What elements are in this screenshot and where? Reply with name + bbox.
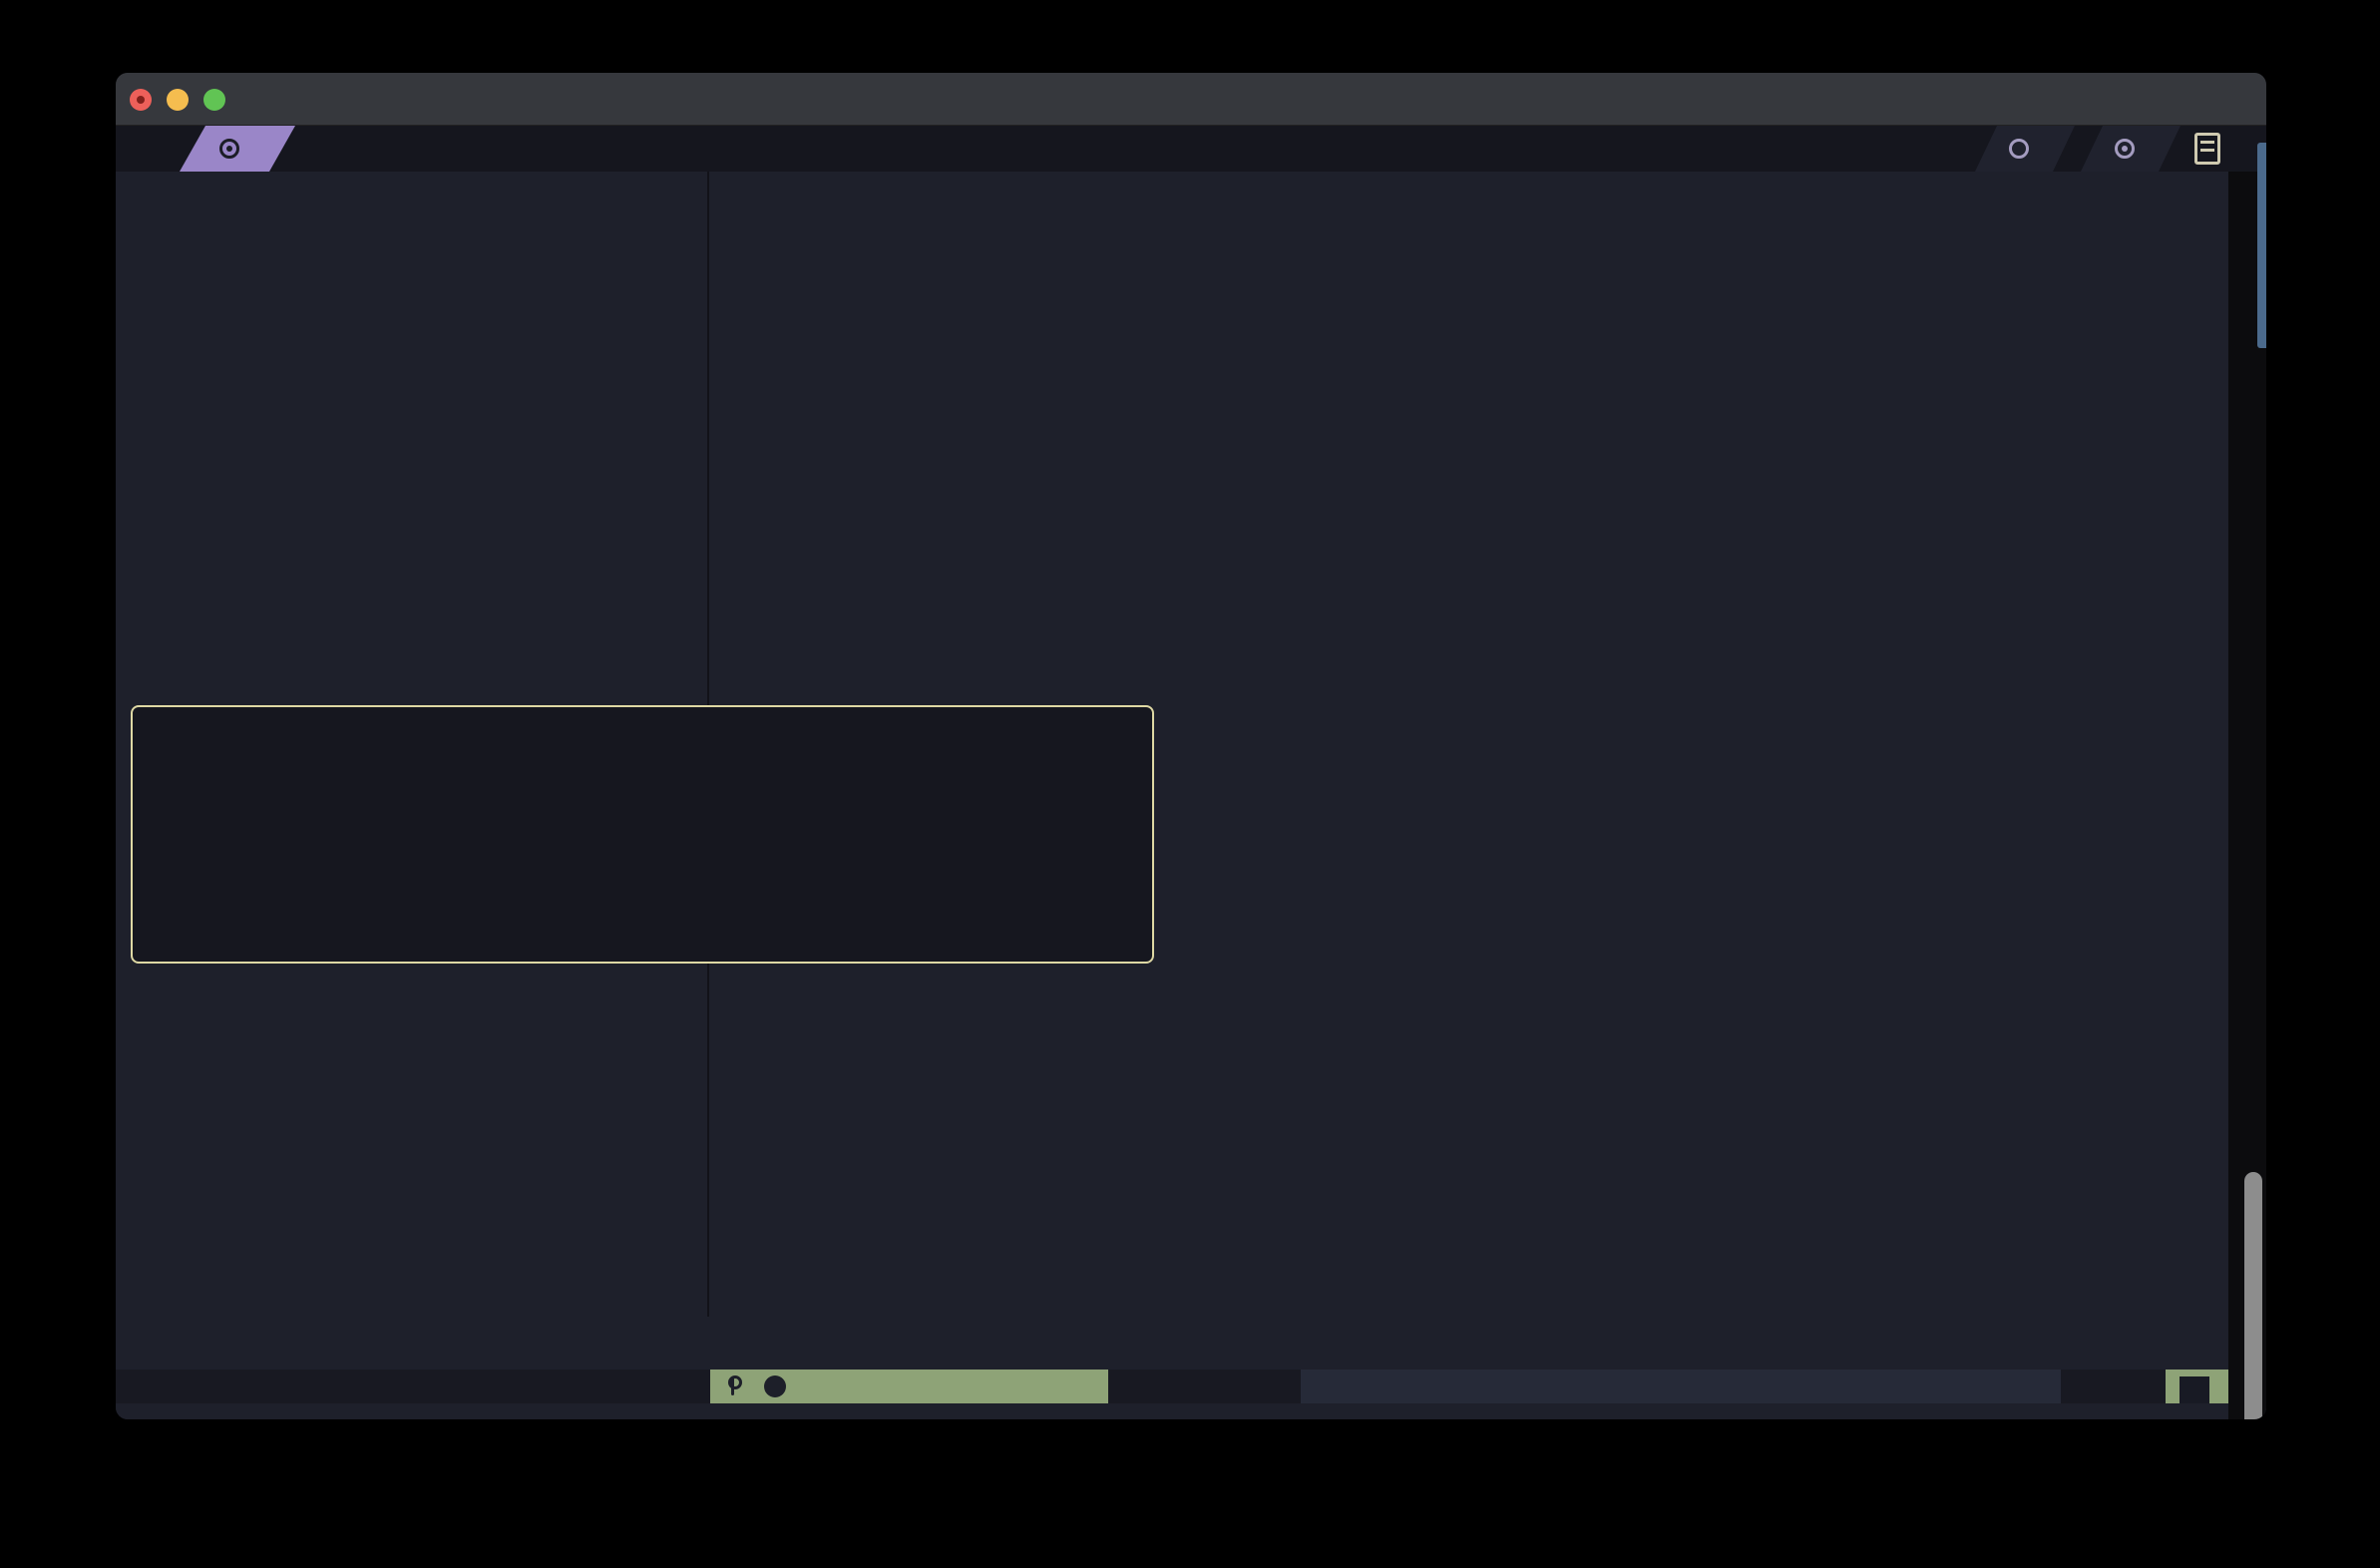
terminal-content [116,126,2266,1419]
record-dot-icon [2115,139,2135,159]
git-branch-icon [726,1375,740,1397]
terminal-scrollbar[interactable] [2244,1172,2262,1419]
buffer-tabs [1969,126,2220,172]
statusline [116,1370,2266,1403]
terminal-window [116,73,2266,1419]
titlebar [116,73,2266,126]
statusline-file-segment [1301,1370,2061,1403]
scroll-position-block [2166,1370,2228,1403]
record-icon [219,139,239,159]
statusline-git-segment [710,1370,1108,1403]
close-button[interactable] [130,89,152,111]
tab-content-tsx-right[interactable] [2081,126,2181,172]
lsp-doc-float [131,705,1154,964]
diagnostic-error-icon [764,1375,786,1397]
circle-outline-icon [2009,139,2029,159]
minimize-button[interactable] [167,89,189,111]
nvim-tabline [116,126,2266,172]
tab-content-tsx[interactable] [180,126,295,172]
float-scrollbar[interactable] [2257,143,2266,348]
zoom-button[interactable] [203,89,225,111]
document-icon[interactable] [2194,133,2220,165]
tab-nvimtree[interactable] [1975,126,2075,172]
